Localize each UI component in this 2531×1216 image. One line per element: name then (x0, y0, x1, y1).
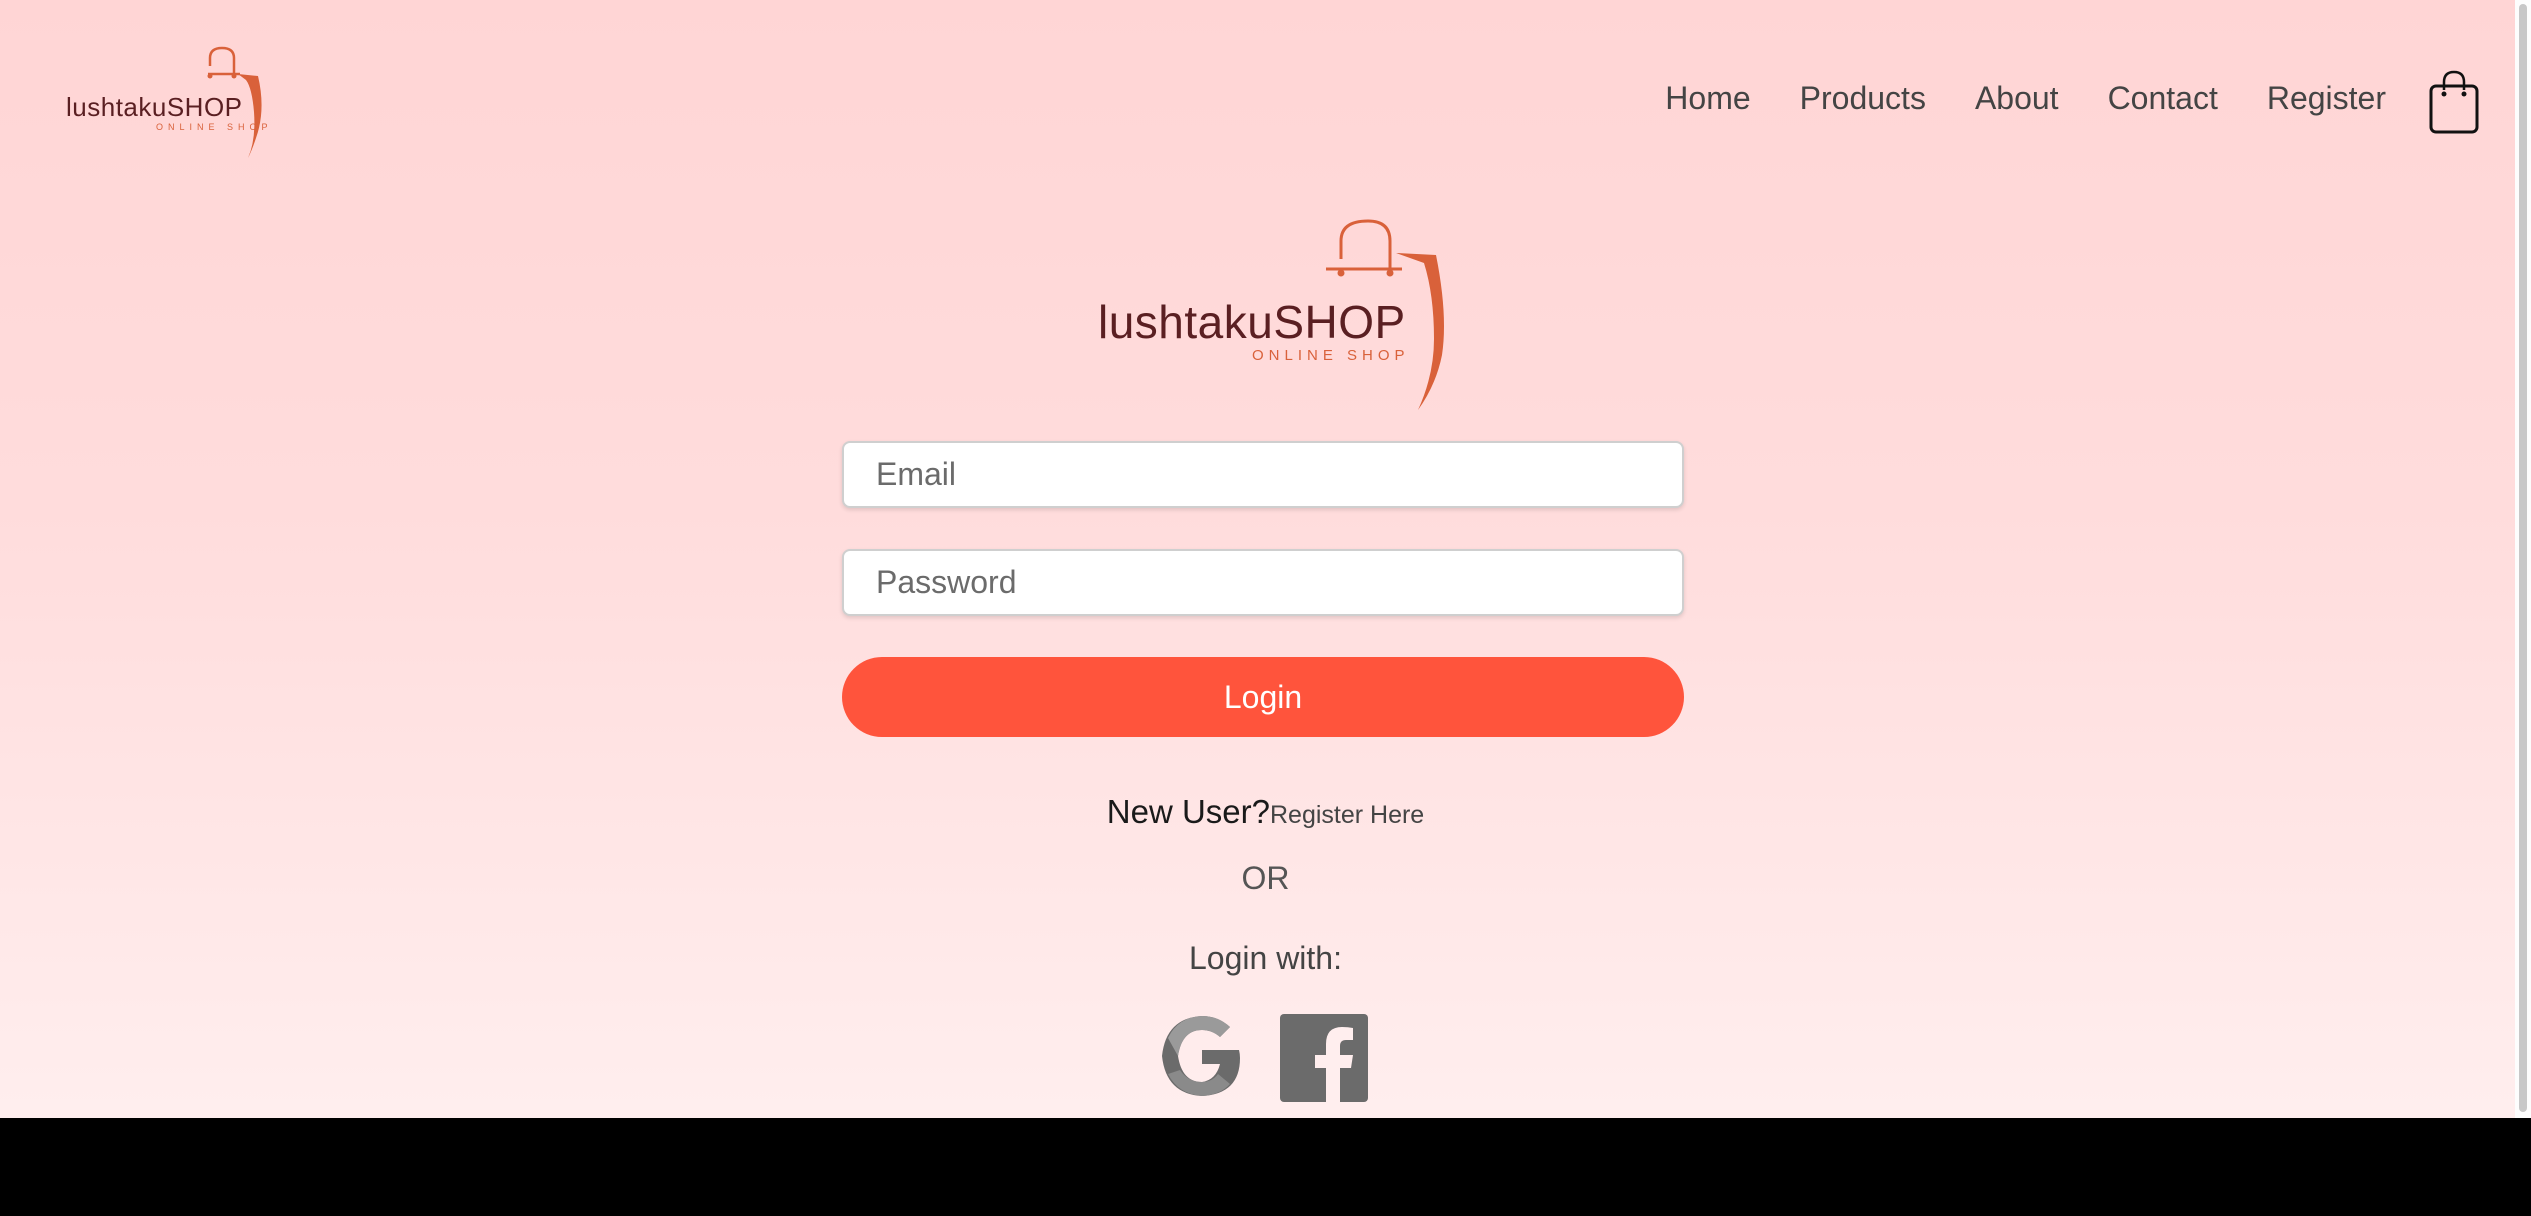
email-field[interactable] (842, 441, 1684, 508)
shopping-bag-icon (2429, 70, 2479, 134)
page-scrollbar[interactable] (2515, 0, 2531, 1118)
signup-prompt: New User?Register Here (0, 793, 2531, 831)
header-logo-name: lushtakuSHOP (66, 92, 243, 122)
main-logo: lushtakuSHOP ONLINE SHOP (1090, 215, 1460, 415)
header-logo[interactable]: lushtakuSHOP ONLINE SHOP (60, 40, 290, 170)
google-icon (1162, 1016, 1240, 1096)
scrollbar-thumb[interactable] (2519, 4, 2527, 1112)
login-button[interactable]: Login (842, 657, 1684, 737)
main-logo-name: lushtakuSHOP (1098, 296, 1406, 348)
nav-register[interactable]: Register (2267, 80, 2386, 117)
new-user-question: New User? (1106, 793, 1270, 830)
nav-home[interactable]: Home (1665, 80, 1750, 117)
nav-contact[interactable]: Contact (2108, 80, 2218, 117)
facebook-login-button[interactable] (1280, 1014, 1368, 1102)
main-nav: Home Products About Contact Register (1665, 80, 2386, 117)
facebook-icon (1280, 1014, 1368, 1102)
footer-band (0, 1118, 2531, 1216)
main-logo-tagline: ONLINE SHOP (1252, 347, 1410, 364)
or-divider: OR (1241, 860, 1290, 896)
nav-products[interactable]: Products (1800, 80, 1926, 117)
register-here-link[interactable]: Register Here (1270, 801, 1424, 829)
nav-about[interactable]: About (1975, 80, 2059, 117)
header-logo-tagline: ONLINE SHOP (156, 122, 273, 132)
social-login-heading: Login with: (1189, 940, 1342, 976)
google-login-button[interactable] (1160, 1014, 1244, 1098)
password-field[interactable] (842, 549, 1684, 616)
cart-button[interactable] (2428, 68, 2480, 136)
page: lushtakuSHOP ONLINE SHOP Home Products A… (0, 0, 2531, 1118)
